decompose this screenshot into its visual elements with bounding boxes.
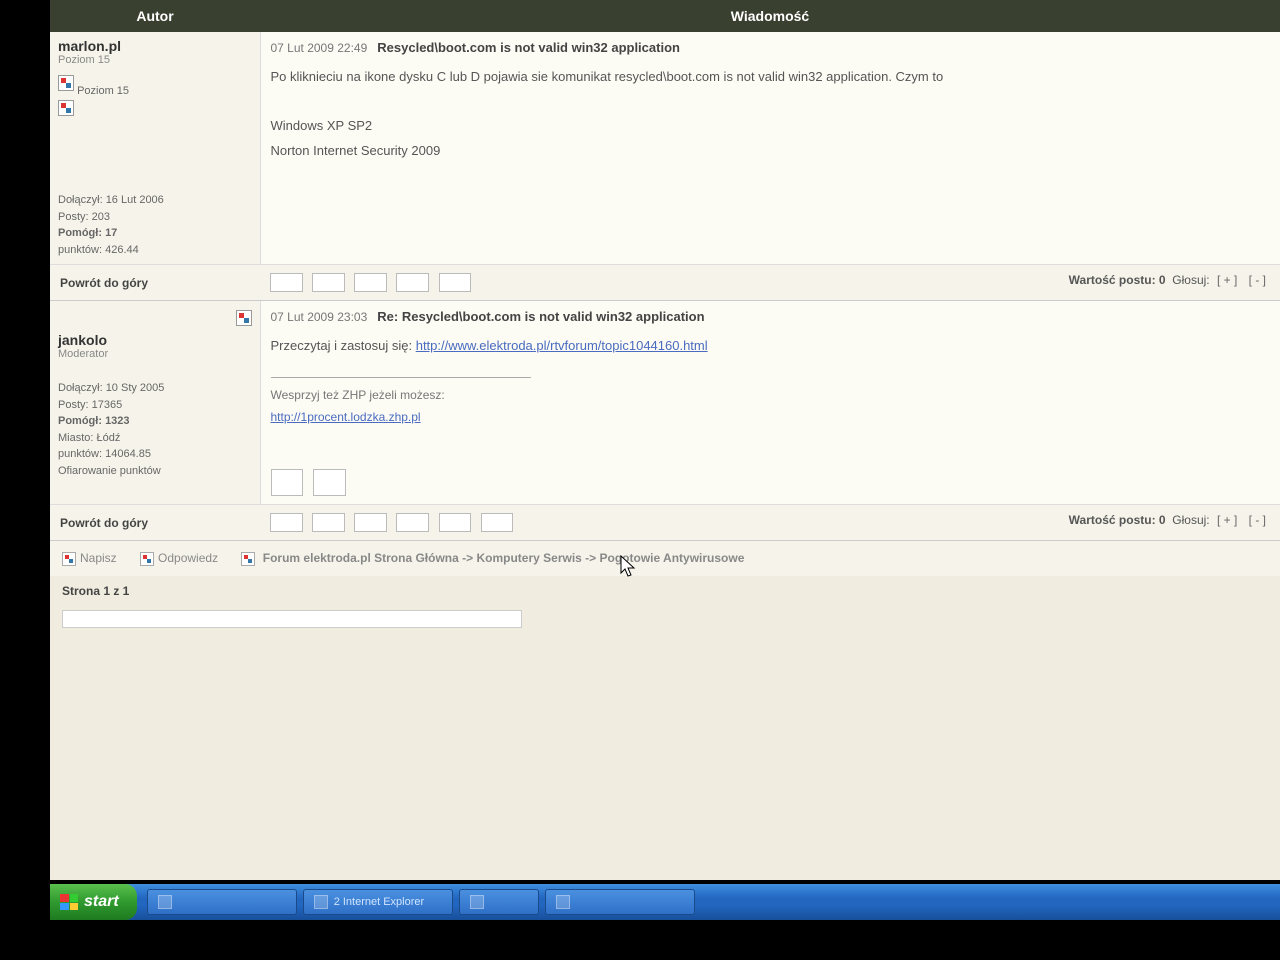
post-body-cell: 07 Lut 2009 22:49 Resycled\boot.com is n… [260,32,1280,265]
page-indicator: Strona 1 z 1 [50,576,1280,606]
signature: Wesprzyj też ZHP jeżeli możesz: http://1… [271,377,531,430]
new-topic-icon [62,552,76,566]
signature-link[interactable]: http://1procent.lodzka.zhp.pl [271,410,421,424]
post-row: marlon.pl Poziom 15 Poziom 15 Dołączył: … [50,32,1280,265]
nav-icon [241,552,255,566]
taskbar-item[interactable] [459,889,539,915]
post-action-button[interactable] [354,273,387,292]
vote-up-button[interactable]: [ + ] [1213,513,1241,527]
vote-area: Wartość postu: 0 Głosuj: [ + ] [ - ] [1069,513,1270,527]
post-action-button[interactable] [270,273,303,292]
forum-table: Autor Wiadomość marlon.pl Poziom 15 Pozi… [50,0,1280,541]
folder-icon [470,895,484,909]
post-content: Przeczytaj i zastosuj się: http://www.el… [271,334,1271,496]
author-rank: Poziom 15 [58,54,252,66]
vote-down-button[interactable]: [ - ] [1245,513,1270,527]
avatar-icon [58,75,74,91]
post-footer: Powrót do góry Wartość postu: 0 Głosuj: … [50,265,1280,301]
post-title[interactable]: Resycled\boot.com is not valid win32 app… [377,40,680,55]
breadcrumb[interactable]: Forum elektroda.pl Strona Główna -> Komp… [263,551,745,565]
rank-badge: Poziom 15 [77,85,129,97]
app-icon [158,895,172,909]
post-content: Po kliknieciu na ikone dysku C lub D poj… [271,65,1271,164]
post-date: 07 Lut 2009 22:49 [271,41,368,55]
post-row: jankolo Moderator Dołączył: 10 Sty 2005 … [50,301,1280,505]
bottom-nav: Napisz Odpowiedz Forum elektroda.pl Stro… [50,541,1280,576]
start-button[interactable]: start [50,884,137,920]
vote-up-button[interactable]: [ + ] [1213,273,1241,287]
table-header: Autor Wiadomość [50,0,1280,32]
vote-down-button[interactable]: [ - ] [1245,273,1270,287]
taskbar-item[interactable] [545,889,695,915]
taskbar-item[interactable]: 2 Internet Explorer [303,889,453,915]
author-cell: marlon.pl Poziom 15 Poziom 15 Dołączył: … [50,32,260,265]
back-to-top-link[interactable]: Powrót do góry [60,276,148,290]
post-action-button[interactable] [439,273,472,292]
post-action-button[interactable] [270,513,303,532]
author-name[interactable]: marlon.pl [58,38,252,54]
pager-bar[interactable] [62,610,522,628]
reply-link[interactable]: Odpowiedz [140,551,221,565]
taskbar: start 2 Internet Explorer [50,884,1280,920]
post-footer: Powrót do góry Wartość postu: 0 Głosuj: … [50,505,1280,541]
post-body-cell: 07 Lut 2009 23:03 Re: Resycled\boot.com … [260,301,1280,505]
vote-area: Wartość postu: 0 Głosuj: [ + ] [ - ] [1069,273,1270,287]
post-action-button[interactable] [396,513,429,532]
post-action-button[interactable] [313,469,346,496]
app-icon [556,895,570,909]
reply-icon [140,552,154,566]
post-action-button[interactable] [312,273,345,292]
taskbar-item[interactable] [147,889,297,915]
ie-icon [314,895,328,909]
new-topic-link[interactable]: Napisz [62,551,120,565]
windows-logo-icon [60,894,78,910]
post-action-button[interactable] [271,469,304,496]
post-title[interactable]: Re: Resycled\boot.com is not valid win32… [377,309,704,324]
back-to-top-link[interactable]: Powrót do góry [60,516,148,530]
avatar-icon [236,310,252,326]
author-rank: Moderator [58,348,252,360]
post-action-button[interactable] [439,513,472,532]
post-date: 07 Lut 2009 23:03 [271,310,368,324]
avatar-icon [58,100,74,116]
header-author: Autor [50,0,260,32]
post-action-button[interactable] [396,273,429,292]
post-action-button[interactable] [481,513,514,532]
post-link[interactable]: http://www.elektroda.pl/rtvforum/topic10… [416,338,708,353]
post-action-button[interactable] [312,513,345,532]
author-name[interactable]: jankolo [58,332,252,348]
author-cell: jankolo Moderator Dołączył: 10 Sty 2005 … [50,301,260,505]
header-message: Wiadomość [260,0,1280,32]
post-action-button[interactable] [354,513,387,532]
donate-points-link[interactable]: Ofiarowanie punktów [58,463,252,480]
